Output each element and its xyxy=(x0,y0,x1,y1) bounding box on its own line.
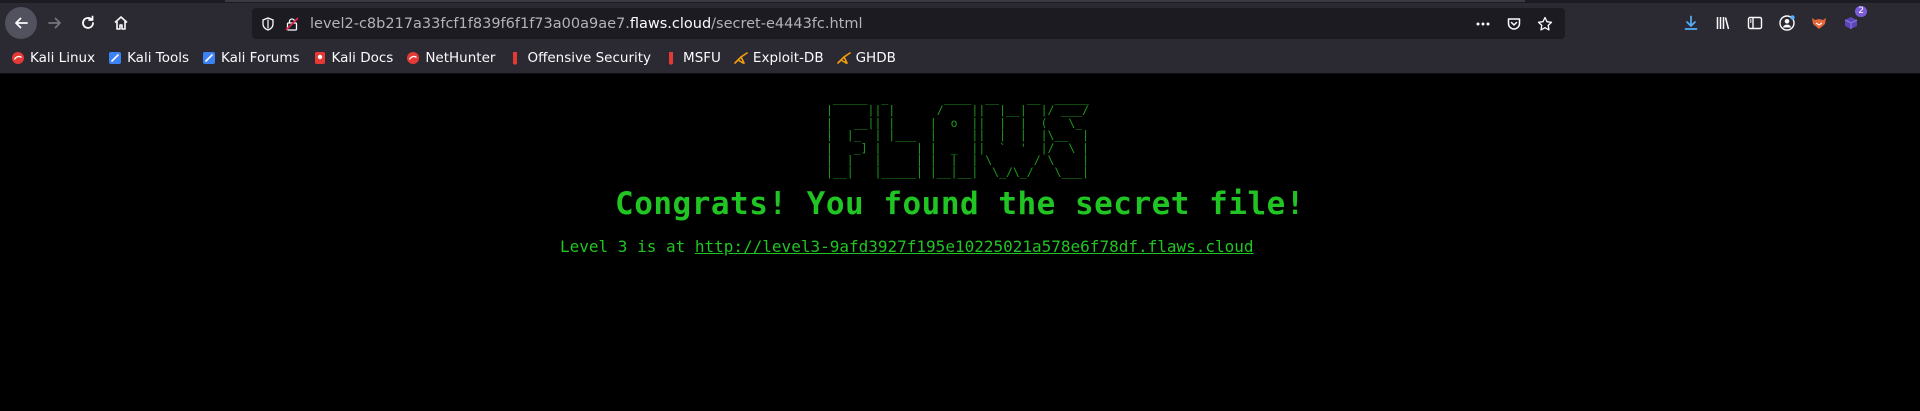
extensions-badge: 2 xyxy=(1855,6,1867,17)
more-horizontal-icon xyxy=(1476,22,1489,25)
nethunter-icon xyxy=(405,50,421,66)
flaws-ascii-logo: _____ _ ____ __ __ _____ | || | / || |__… xyxy=(826,91,1090,180)
bookmarks-toolbar: Kali Linux Kali Tools Kali Forums Kali D… xyxy=(0,42,1920,74)
star-icon xyxy=(1537,16,1552,31)
arrow-right-icon xyxy=(48,17,61,28)
kali-dragon-icon xyxy=(10,50,26,66)
url-bar-actions xyxy=(1472,8,1555,39)
download-icon xyxy=(1684,15,1697,30)
back-button[interactable] xyxy=(5,6,37,39)
tracking-protection-shield-icon[interactable] xyxy=(258,14,278,34)
bookmark-label: GHDB xyxy=(855,49,896,66)
bookmark-offensive-security[interactable]: Offensive Security xyxy=(507,50,651,66)
bookmark-label: Kali Docs xyxy=(331,49,394,66)
downloads-button[interactable] xyxy=(1680,12,1701,33)
bookmark-label: Kali Linux xyxy=(30,49,96,66)
exploit-db-icon xyxy=(733,50,749,66)
library-button[interactable] xyxy=(1712,12,1733,33)
bookmark-kali-linux[interactable]: Kali Linux xyxy=(10,50,95,66)
url-path: /secret-e4443fc.html xyxy=(711,15,863,32)
bookmark-exploit-db[interactable]: Exploit-DB xyxy=(733,50,824,66)
fox-extension-icon xyxy=(1811,17,1826,29)
level-3-link[interactable]: http://level3-9afd3927f195e10225021a578e… xyxy=(695,237,1254,256)
url-bar[interactable]: level2-c8b217a33fcf1f839f6f1f73a00a9ae7.… xyxy=(252,8,1565,39)
extensions-button[interactable]: 2 xyxy=(1840,6,1867,33)
fox-extension-button[interactable] xyxy=(1808,12,1829,33)
arrow-left-icon xyxy=(15,17,28,28)
url-prefix: level2-c8b217a33fcf1f839f6f1f73a00a9ae7. xyxy=(310,15,630,32)
msfu-icon xyxy=(663,50,679,66)
navigation-toolbar: level2-c8b217a33fcf1f839f6f1f73a00a9ae7.… xyxy=(0,3,1920,42)
insecure-lock-icon[interactable] xyxy=(282,14,302,34)
kali-tools-icon xyxy=(107,50,123,66)
pocket-icon xyxy=(1507,17,1520,30)
bookmark-kali-docs[interactable]: Kali Docs xyxy=(312,49,394,66)
url-text[interactable]: level2-c8b217a33fcf1f839f6f1f73a00a9ae7.… xyxy=(310,16,863,32)
home-icon xyxy=(114,15,128,30)
bookmark-nethunter[interactable]: NetHunter xyxy=(405,50,495,66)
bookmark-ghdb[interactable]: GHDB xyxy=(836,50,896,66)
pocket-button[interactable] xyxy=(1503,13,1524,34)
bookmark-label: Kali Forums xyxy=(221,49,300,66)
account-button[interactable] xyxy=(1776,12,1797,33)
bookmark-label: Kali Tools xyxy=(127,49,189,66)
home-button[interactable] xyxy=(106,8,136,38)
sidebar-button[interactable] xyxy=(1744,12,1765,33)
bookmark-kali-tools[interactable]: Kali Tools xyxy=(107,50,189,66)
kali-docs-icon xyxy=(312,50,328,66)
bookmark-msfu[interactable]: MSFU xyxy=(663,50,721,66)
toolbar-right: 2 xyxy=(1680,3,1867,42)
sidebar-icon xyxy=(1747,16,1762,29)
library-icon xyxy=(1716,16,1729,29)
congrats-heading: Congrats! You found the secret file! xyxy=(615,186,1305,222)
reload-button[interactable] xyxy=(73,8,103,38)
browser-chrome: level2-c8b217a33fcf1f839f6f1f73a00a9ae7.… xyxy=(0,0,1920,74)
url-host: flaws.cloud xyxy=(629,15,712,32)
reload-icon xyxy=(82,15,94,29)
bookmark-label: Offensive Security xyxy=(527,49,652,66)
page-content: _____ _ ____ __ __ _____ | || | / || |__… xyxy=(0,74,1920,411)
bookmark-label: NetHunter xyxy=(425,49,496,66)
active-tab-indicator xyxy=(225,0,1525,2)
bookmark-star-button[interactable] xyxy=(1534,13,1555,34)
level-3-text: Level 3 is at xyxy=(560,237,695,256)
account-icon xyxy=(1778,14,1795,31)
kali-forums-icon xyxy=(201,50,217,66)
level-3-line: Level 3 is at http://level3-9afd3927f195… xyxy=(560,237,1254,256)
bookmark-label: MSFU xyxy=(683,49,721,66)
forward-button[interactable] xyxy=(40,8,70,38)
page-actions-button[interactable] xyxy=(1472,13,1493,34)
bookmark-label: Exploit-DB xyxy=(752,49,824,66)
offsec-icon xyxy=(507,50,523,66)
ghdb-icon xyxy=(836,50,852,66)
bookmark-kali-forums[interactable]: Kali Forums xyxy=(201,50,300,66)
